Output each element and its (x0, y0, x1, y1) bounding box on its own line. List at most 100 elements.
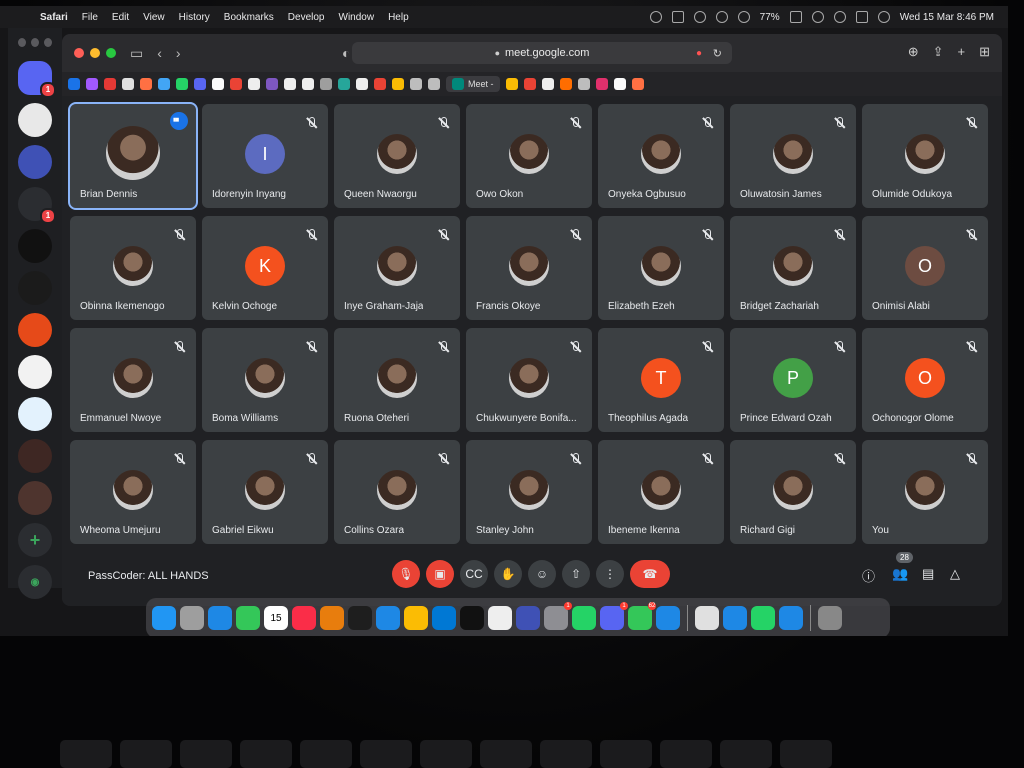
participant-tile[interactable]: You (862, 440, 988, 544)
figma-icon[interactable] (671, 11, 684, 23)
tab-favicon-github-2[interactable] (284, 78, 296, 90)
participant-tile[interactable]: Richard Gigi (730, 440, 856, 544)
menu-help[interactable]: Help (388, 12, 409, 23)
facetime-icon[interactable] (236, 606, 260, 630)
xcode-2-icon[interactable] (723, 606, 747, 630)
zoom-icon[interactable] (44, 38, 52, 47)
server-slack-icon[interactable] (18, 355, 52, 389)
wifi-icon[interactable] (811, 11, 824, 23)
menu-view[interactable]: View (143, 12, 165, 23)
explore-servers-icon[interactable]: ◉ (18, 565, 52, 599)
participant-tile[interactable]: Chukwunyere Bonifa... (466, 328, 592, 432)
tab-favicon-colorful[interactable] (392, 78, 404, 90)
tab-favicon-arrow[interactable] (631, 78, 644, 90)
close-icon[interactable] (18, 38, 26, 47)
terminal-icon[interactable] (460, 606, 484, 630)
menu-edit[interactable]: Edit (112, 12, 129, 23)
participant-tile[interactable]: Francis Okoye (466, 216, 592, 320)
siri-icon[interactable] (877, 11, 890, 23)
vscode-icon[interactable] (432, 606, 456, 630)
chat-icon[interactable]: ▤ (922, 566, 934, 582)
participant-tile[interactable]: Oluwatosin James (730, 104, 856, 208)
participant-tile[interactable]: Stanley John (466, 440, 592, 544)
tab-favicon-doc[interactable] (613, 78, 626, 90)
participant-tile[interactable]: Olumide Odukoya (862, 104, 988, 208)
server-hydra-icon[interactable]: 1 (18, 187, 56, 224)
tab-favicon-u[interactable] (320, 78, 332, 90)
menu-develop[interactable]: Develop (288, 12, 325, 23)
xcode-icon[interactable] (516, 606, 540, 630)
server-g-icon[interactable] (18, 103, 52, 137)
tab-favicon-whatsapp[interactable] (176, 78, 188, 90)
forward-icon[interactable]: › (176, 45, 181, 61)
menu-history[interactable]: History (179, 12, 210, 23)
menu-app-name[interactable]: Safari (40, 12, 68, 23)
participant-tile[interactable]: Collins Ozara (334, 440, 460, 544)
music-icon[interactable] (292, 606, 316, 630)
reactions-button[interactable]: ☺ (528, 560, 556, 588)
tab-favicon-chrome[interactable] (505, 78, 518, 90)
battery-percent[interactable]: 77% (760, 12, 780, 23)
tab-favicon-ai[interactable] (212, 78, 224, 90)
tab-favicon-github-4[interactable] (356, 78, 368, 90)
server-chat-icon[interactable] (18, 313, 52, 347)
tab-favicon-figma[interactable] (86, 78, 98, 90)
participant-tile[interactable]: Brian Dennis (68, 102, 198, 210)
share-icon[interactable]: ⇪ (933, 44, 944, 60)
participant-tile[interactable]: Boma Williams (202, 328, 328, 432)
menu-bar-clock[interactable]: Wed 15 Mar 8:46 PM (900, 12, 994, 23)
tab-favicon-gmail[interactable] (230, 78, 242, 90)
server-dark-icon[interactable] (18, 229, 52, 263)
mic-off-button[interactable]: 🎙 (392, 560, 420, 588)
new-tab-icon[interactable]: + (958, 44, 966, 60)
menu-file[interactable]: File (82, 12, 98, 23)
mail-icon[interactable] (656, 606, 680, 630)
participant-tile[interactable]: Emmanuel Nwoye (70, 328, 196, 432)
tab-favicon-orange[interactable] (140, 78, 152, 90)
bluetooth-icon[interactable] (693, 11, 706, 23)
chrome-icon[interactable] (404, 606, 428, 630)
participant-tile[interactable]: Owo Okon (466, 104, 592, 208)
participant-tile[interactable]: Bridget Zachariah (730, 216, 856, 320)
safari-2-icon[interactable] (779, 606, 803, 630)
participant-tile[interactable]: Ibeneme Ikenna (598, 440, 724, 544)
whatsapp-icon[interactable] (572, 606, 596, 630)
participant-tile[interactable]: Onyeka Ogbusuo (598, 104, 724, 208)
participant-tile[interactable]: Ruona Oteheri (334, 328, 460, 432)
more-options-button[interactable]: ⋮ (596, 560, 624, 588)
control-center-icon[interactable] (855, 11, 868, 23)
tab-favicon-instagram[interactable] (595, 78, 608, 90)
tab-favicon-purple[interactable] (266, 78, 278, 90)
minimize-window-icon[interactable] (90, 48, 100, 58)
anaconda-icon[interactable] (488, 606, 512, 630)
timer-icon[interactable] (737, 11, 750, 23)
server-badge-icon[interactable] (18, 439, 52, 473)
participant-tile[interactable]: Elizabeth Ezeh (598, 216, 724, 320)
tab-overview-icon[interactable]: ⊞ (979, 44, 990, 60)
figma-app-icon[interactable] (348, 606, 372, 630)
blender-icon[interactable] (320, 606, 344, 630)
discord-icon[interactable]: 1 (600, 602, 628, 630)
participant-tile[interactable]: Obinna Ikemenogo (70, 216, 196, 320)
tab-favicon-r[interactable] (68, 78, 80, 90)
captions-button[interactable]: CC (460, 560, 488, 588)
participant-tile[interactable]: T Theophilus Agada (598, 328, 724, 432)
meeting-info-icon[interactable]: ⓘ (862, 566, 875, 585)
participant-tile[interactable]: P Prince Edward Ozah (730, 328, 856, 432)
tab-meet-active[interactable]: Meet - (446, 76, 500, 92)
close-window-icon[interactable] (74, 48, 84, 58)
back-icon[interactable]: ‹ (157, 45, 162, 61)
menu-window[interactable]: Window (339, 12, 375, 23)
downloads-icon[interactable]: ⊕ (908, 44, 919, 60)
leave-call-button[interactable]: ☎ (630, 560, 670, 588)
minimize-icon[interactable] (31, 38, 39, 47)
whatsapp-2-icon[interactable] (751, 606, 775, 630)
participant-tile[interactable]: K Kelvin Ochoge (202, 216, 328, 320)
launchpad-icon[interactable] (180, 606, 204, 630)
tab-favicon-gmail-2[interactable] (374, 78, 386, 90)
participant-tile[interactable]: Inye Graham-Jaja (334, 216, 460, 320)
app-store-icon[interactable] (208, 606, 232, 630)
preview-icon[interactable] (695, 606, 719, 630)
participant-tile[interactable]: Queen Nwaorgu (334, 104, 460, 208)
activities-icon[interactable]: △ (950, 566, 960, 582)
